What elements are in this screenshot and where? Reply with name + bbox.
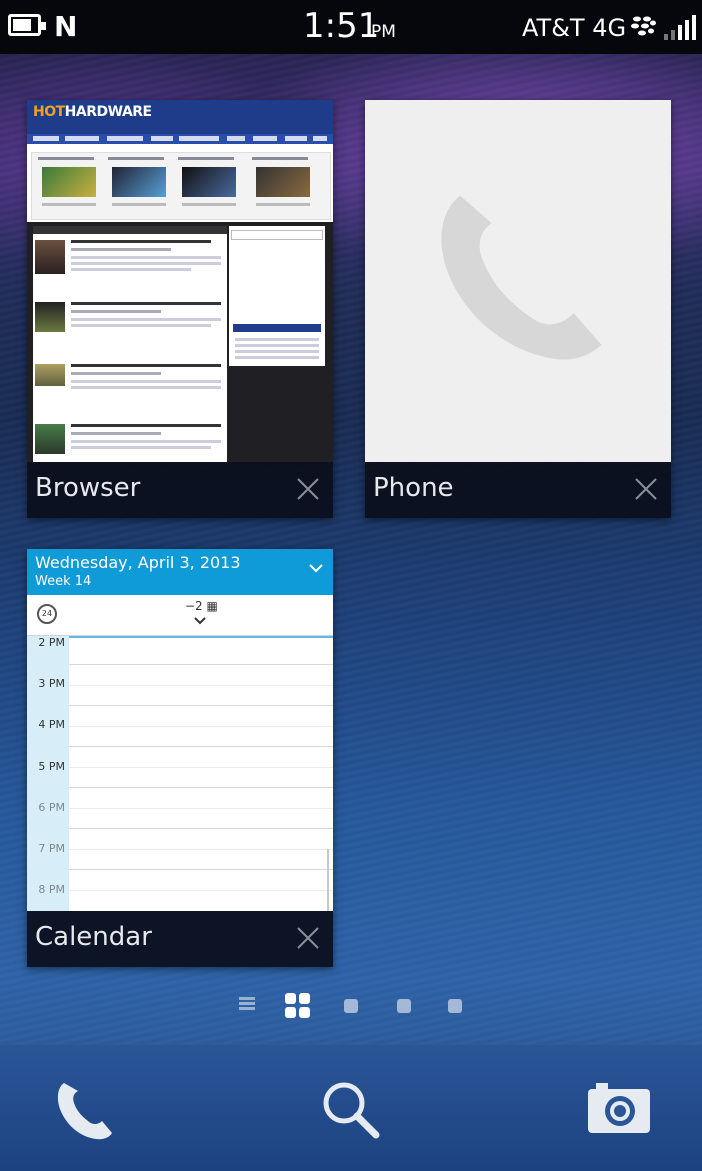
timer-icon: 24: [37, 604, 57, 624]
article-column: [33, 226, 227, 462]
sidebar-widget: [229, 226, 325, 366]
calendar-small-icon: ▦: [206, 599, 218, 613]
clock-ampm: PM: [371, 22, 396, 42]
phone-icon: [441, 195, 602, 360]
card-title: Phone: [373, 473, 454, 503]
calendar-card-bar: Calendar: [27, 911, 333, 967]
hour-gutter: 2 PM 3 PM 4 PM 5 PM 6 PM 7 PM 8 PM: [27, 636, 69, 911]
calendar-thumbnail[interactable]: Wednesday, April 3, 2013 Week 14 24 −2 ▦…: [27, 549, 333, 911]
card-title: Calendar: [35, 922, 152, 952]
hour-label: 4 PM: [38, 718, 65, 731]
hour-label: 8 PM: [38, 883, 65, 896]
site-logo: HOTHARDWARE: [33, 104, 152, 120]
calendar-toolbar: 24 −2 ▦: [27, 595, 333, 636]
current-time-line: [69, 636, 333, 638]
calendar-header: Wednesday, April 3, 2013 Week 14: [27, 549, 333, 595]
featured-strip: [31, 152, 331, 220]
card-title: Browser: [35, 473, 141, 503]
page-indicator: [0, 990, 702, 1026]
site-nav: [27, 134, 333, 144]
chevron-down-icon: [194, 617, 206, 625]
close-icon[interactable]: [293, 474, 323, 504]
blackberry-icon: [631, 16, 656, 36]
browser-thumbnail[interactable]: HOTHARDWARE: [27, 100, 333, 462]
carrier-label: AT&T 4G: [522, 14, 627, 42]
close-icon[interactable]: [631, 474, 661, 504]
phone-card-bar: Phone: [365, 462, 671, 518]
camera-icon[interactable]: [584, 1075, 654, 1145]
page-dot[interactable]: [344, 999, 358, 1013]
hour-label: 6 PM: [38, 801, 65, 814]
calendar-card[interactable]: Wednesday, April 3, 2013 Week 14 24 −2 ▦…: [27, 549, 333, 967]
hour-label: 2 PM: [38, 636, 65, 649]
grid-icon[interactable]: [285, 993, 311, 1019]
calendar-date: Wednesday, April 3, 2013: [35, 553, 241, 572]
phone-thumbnail[interactable]: [365, 100, 671, 462]
page-dot[interactable]: [448, 999, 462, 1013]
calendar-week: Week 14: [35, 574, 92, 589]
battery-icon: [8, 14, 46, 36]
site-header: HOTHARDWARE: [27, 100, 333, 134]
status-bar: N 1:51 PM AT&T 4G: [0, 0, 702, 54]
dock: [0, 1044, 702, 1171]
browser-card-bar: Browser: [27, 462, 333, 518]
search-icon[interactable]: [316, 1075, 386, 1145]
close-icon[interactable]: [293, 923, 323, 953]
hour-label: 3 PM: [38, 677, 65, 690]
phone-icon[interactable]: [50, 1075, 120, 1145]
nfc-icon: N: [54, 10, 78, 43]
hour-label: 5 PM: [38, 760, 65, 773]
browser-card[interactable]: HOTHARDWARE Browser: [27, 100, 333, 518]
event-count: −2 ▦: [185, 599, 218, 613]
phone-card[interactable]: Phone: [365, 100, 671, 518]
page-dot[interactable]: [397, 999, 411, 1013]
list-icon[interactable]: [239, 997, 255, 1011]
hour-label: 7 PM: [38, 842, 65, 855]
signal-icon: [664, 14, 698, 40]
clock-time: 1:51: [303, 6, 380, 46]
chevron-down-icon: [309, 564, 323, 573]
